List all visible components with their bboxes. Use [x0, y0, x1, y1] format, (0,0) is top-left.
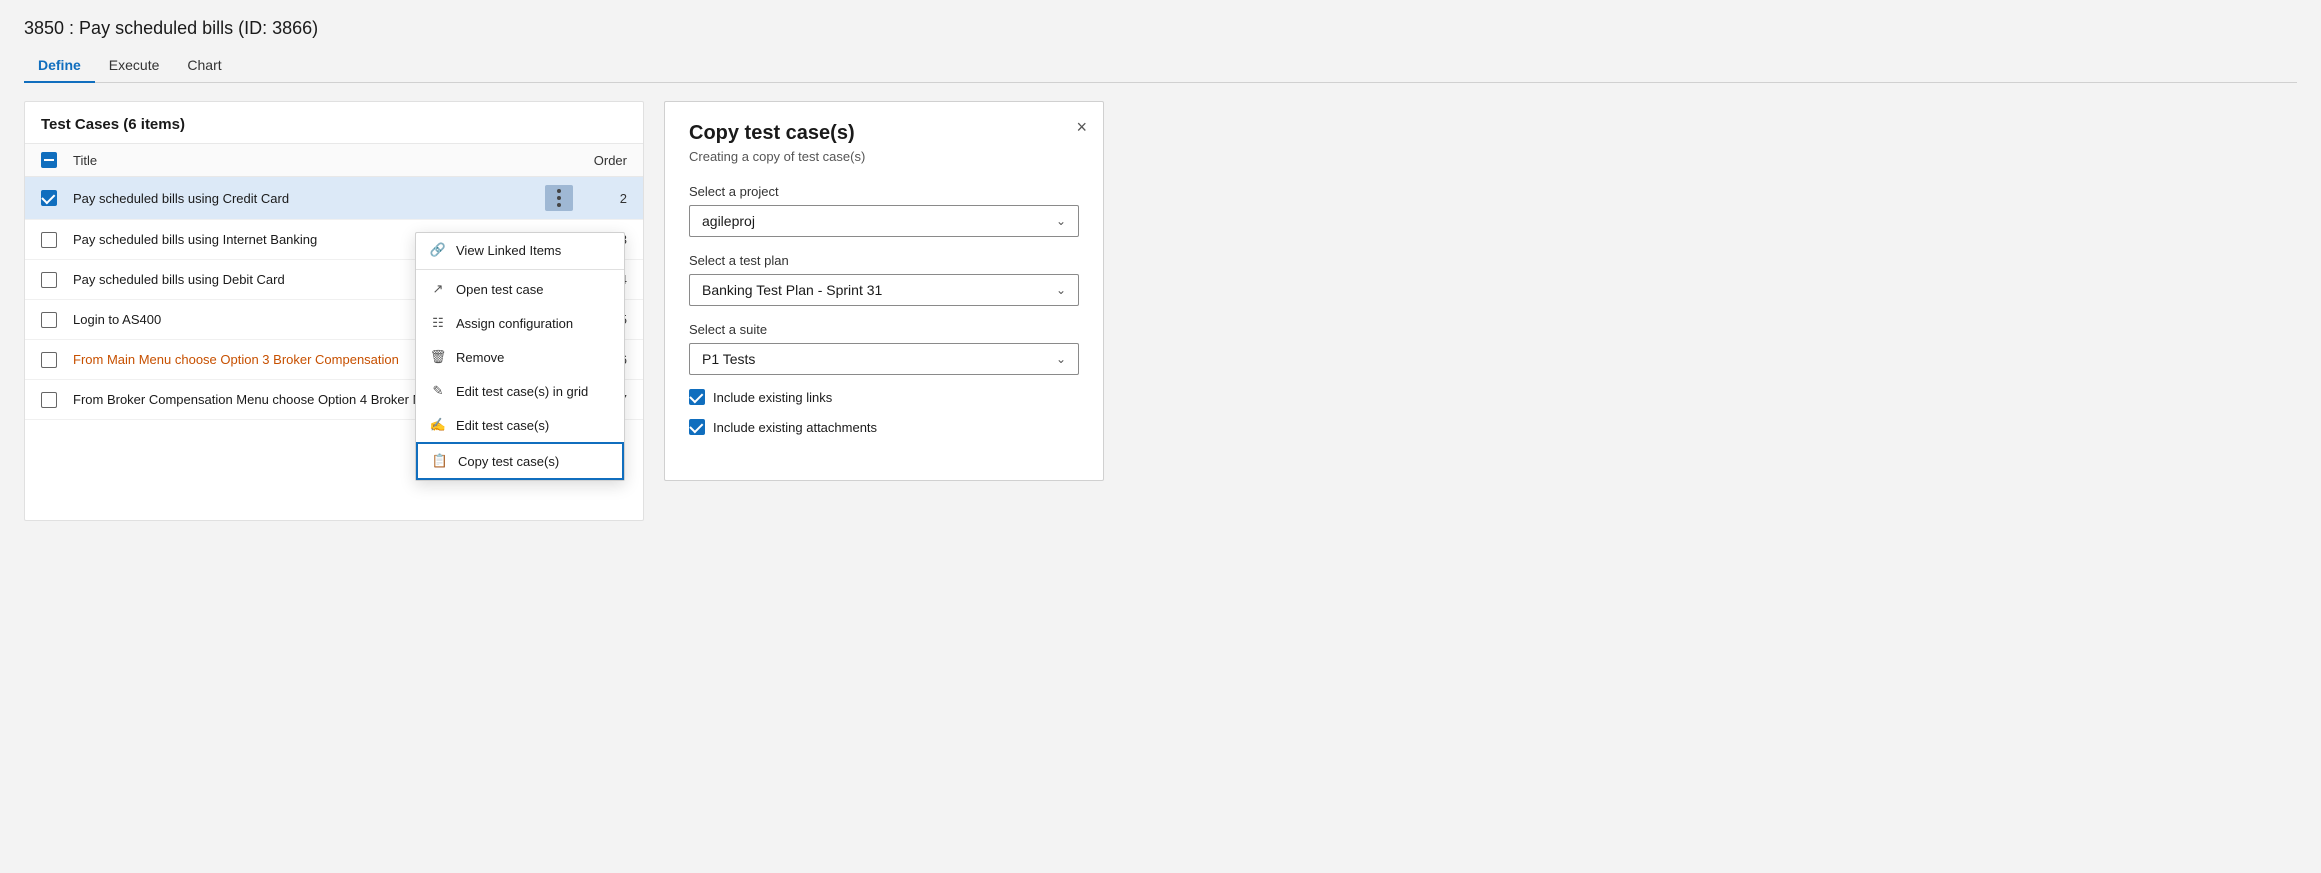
panel-header: Test Cases (6 items): [25, 102, 643, 144]
include-attachments-checkbox[interactable]: [689, 419, 705, 435]
row-checkbox-3[interactable]: [41, 272, 57, 288]
link-icon: 🔗: [430, 242, 446, 258]
row-menu-1[interactable]: [545, 185, 573, 211]
page-title: 3850 : Pay scheduled bills (ID: 3866): [24, 18, 2297, 39]
context-menu-item-remove[interactable]: 🗑 Remove: [416, 340, 624, 374]
include-links-label: Include existing links: [713, 390, 832, 405]
trash-icon: 🗑: [430, 349, 446, 365]
project-value: agileproj: [702, 213, 755, 229]
tab-execute[interactable]: Execute: [95, 49, 174, 83]
test-plan-dropdown[interactable]: Banking Test Plan - Sprint 31 ⌄: [689, 274, 1079, 306]
context-menu: 🔗 View Linked Items ↗ Open test case ☷ A…: [415, 232, 625, 481]
col-title-header: Title: [73, 153, 577, 168]
list-icon: ☷: [430, 315, 446, 331]
row-checkbox-5[interactable]: [41, 352, 57, 368]
col-order-header: Order: [577, 153, 627, 168]
suite-value: P1 Tests: [702, 351, 755, 367]
row-checkbox-6[interactable]: [41, 392, 57, 408]
include-attachments-row: Include existing attachments: [689, 419, 1079, 435]
row-checkbox-1[interactable]: [41, 190, 57, 206]
include-links-checkbox[interactable]: [689, 389, 705, 405]
row-title-1: Pay scheduled bills using Credit Card: [73, 191, 545, 206]
project-dropdown[interactable]: agileproj ⌄: [689, 205, 1079, 237]
row-link-5[interactable]: From Main Menu choose Option 3 Broker Co…: [73, 352, 399, 367]
tab-define[interactable]: Define: [24, 49, 95, 83]
tabs-bar: Define Execute Chart: [24, 49, 2297, 83]
suite-label: Select a suite: [689, 322, 1079, 337]
test-plan-value: Banking Test Plan - Sprint 31: [702, 282, 882, 298]
chevron-down-icon: ⌄: [1056, 214, 1066, 228]
close-button[interactable]: ×: [1076, 118, 1087, 136]
test-plan-label: Select a test plan: [689, 253, 1079, 268]
row-order-1: 2: [577, 191, 627, 206]
chevron-down-icon-2: ⌄: [1056, 283, 1066, 297]
select-all-checkbox[interactable]: [41, 152, 57, 168]
suite-dropdown[interactable]: P1 Tests ⌄: [689, 343, 1079, 375]
context-menu-item-copy[interactable]: 📋 Copy test case(s): [416, 442, 624, 480]
tab-chart[interactable]: Chart: [173, 49, 235, 83]
test-cases-panel: Test Cases (6 items) Title Order Pay sch…: [24, 101, 644, 521]
include-links-row: Include existing links: [689, 389, 1079, 405]
copy-icon: 📋: [432, 453, 448, 469]
row-checkbox-2[interactable]: [41, 232, 57, 248]
copy-panel-subtitle: Creating a copy of test case(s): [689, 149, 1079, 164]
edit-icon: ✍: [430, 417, 446, 433]
row-checkbox-4[interactable]: [41, 312, 57, 328]
edit-grid-icon: ✎: [430, 383, 446, 399]
context-menu-item-open[interactable]: ↗ Open test case: [416, 272, 624, 306]
copy-panel: × Copy test case(s) Creating a copy of t…: [664, 101, 1104, 481]
project-label: Select a project: [689, 184, 1079, 199]
chevron-down-icon-3: ⌄: [1056, 352, 1066, 366]
open-icon: ↗: [430, 281, 446, 297]
context-menu-item-assign[interactable]: ☷ Assign configuration: [416, 306, 624, 340]
context-menu-item-view-linked[interactable]: 🔗 View Linked Items: [416, 233, 624, 267]
copy-panel-title: Copy test case(s): [689, 122, 1079, 145]
context-menu-item-edit[interactable]: ✍ Edit test case(s): [416, 408, 624, 442]
table-row: Pay scheduled bills using Credit Card 2: [25, 177, 643, 220]
include-attachments-label: Include existing attachments: [713, 420, 877, 435]
context-menu-item-edit-grid[interactable]: ✎ Edit test case(s) in grid: [416, 374, 624, 408]
